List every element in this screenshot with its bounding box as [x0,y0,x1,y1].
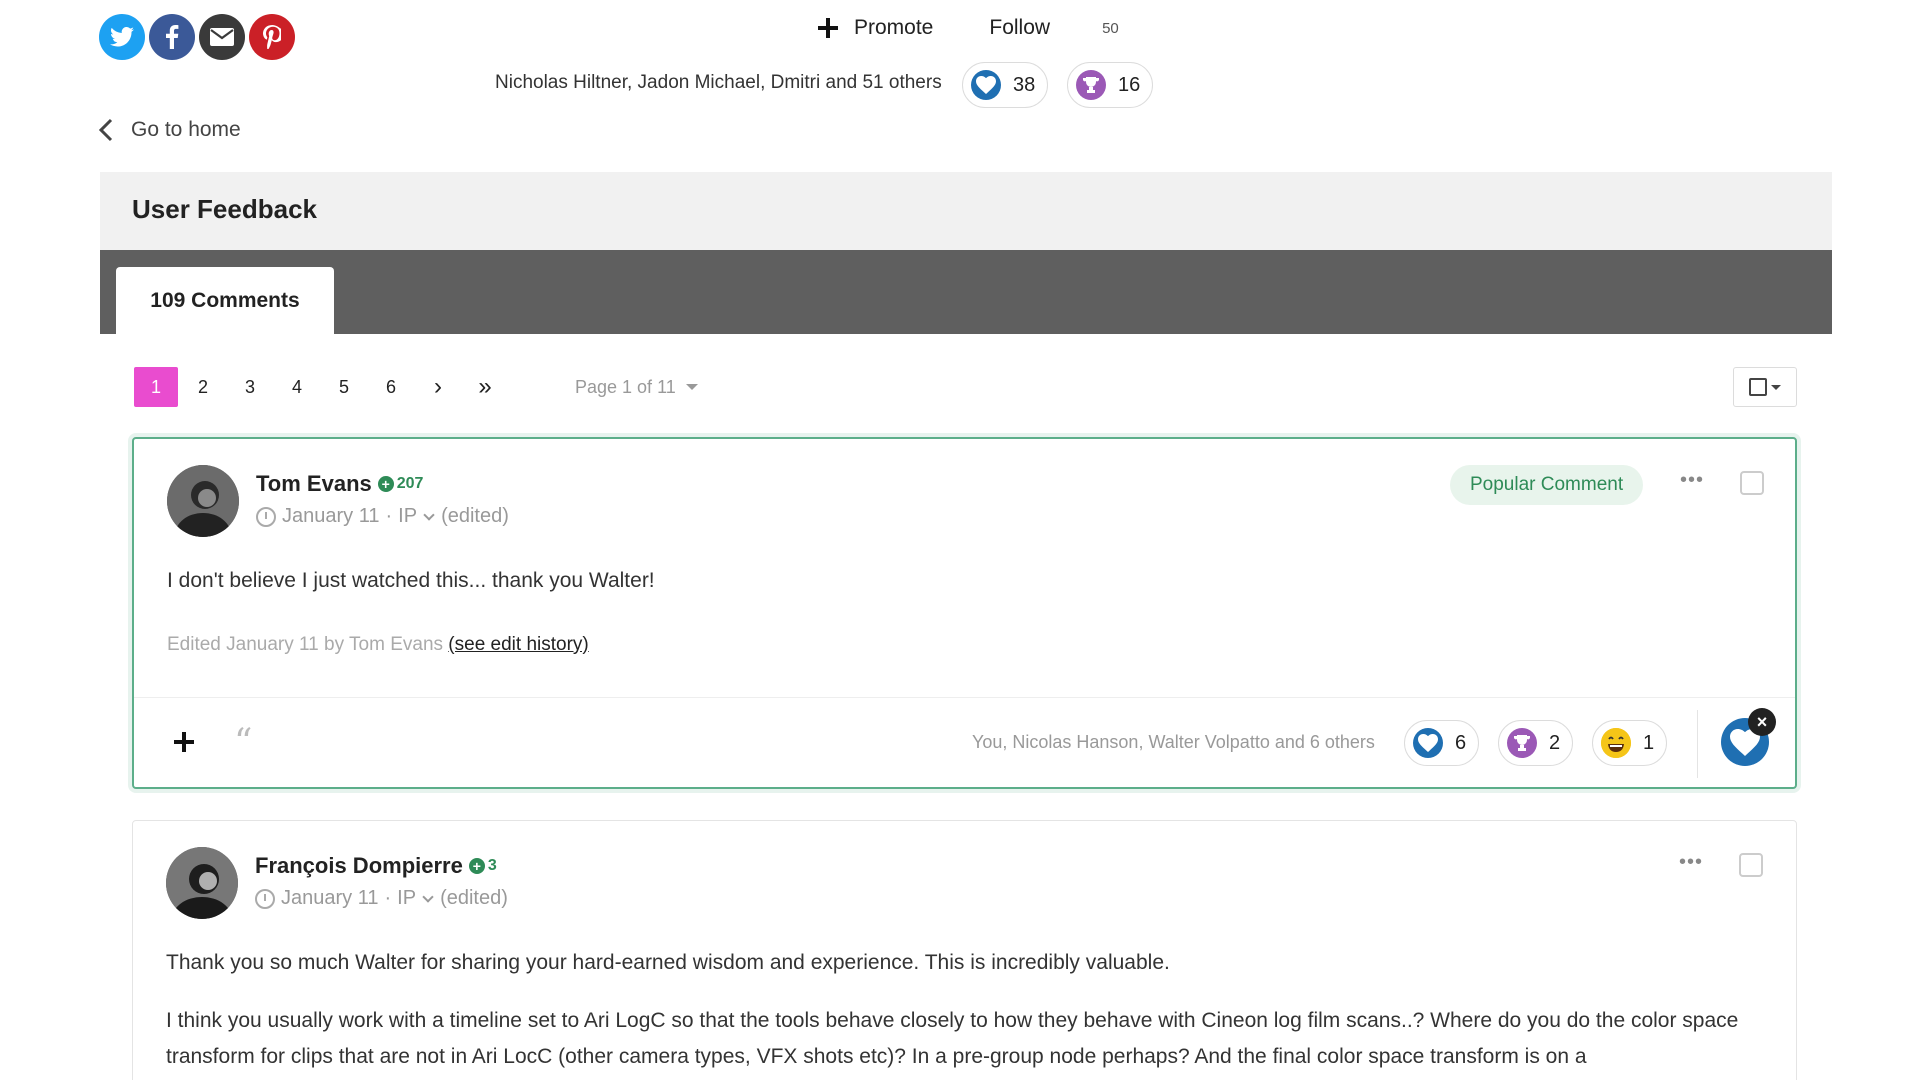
heart-icon [1413,728,1443,758]
footer-divider [1697,710,1698,778]
more-options-icon[interactable]: ••• [1680,469,1704,492]
trophy-icon [1507,728,1537,758]
heart-icon [971,70,1001,100]
page-button-5[interactable]: 5 [322,367,366,407]
like-count: 6 [1455,731,1467,754]
pagination: 1 2 3 4 5 6 › » Page 1 of 11 [134,367,698,407]
like-reaction-pill[interactable]: 6 [1404,720,1480,766]
meta-separator: · [385,505,393,527]
top-reactors-text[interactable]: Nicholas Hiltner, Jadon Michael, Dmitri … [495,72,942,94]
comment-footer: “ You, Nicolas Hanson, Walter Volpatto a… [134,697,1795,789]
comment-date[interactable]: January 11 [281,887,378,910]
plus-icon: + [377,476,394,492]
popular-comment-badge: Popular Comment [1450,465,1644,505]
trophy-icon [1076,70,1106,100]
multiquote-button[interactable] [174,732,194,757]
edit-note: Edited January 11 by Tom Evans (see edit… [167,634,589,656]
meta-separator: · [384,887,392,909]
comment-select-checkbox[interactable] [1739,853,1763,877]
page-button-1[interactable]: 1 [134,367,178,407]
reputation-value: 3 [487,857,497,874]
haha-count: 1 [1643,731,1655,754]
plus-icon [174,732,194,752]
plus-icon: + [468,858,485,874]
last-page-button[interactable]: » [463,367,507,407]
pinterest-icon[interactable] [249,14,295,60]
tab-comments[interactable]: 109 Comments [116,267,334,334]
promote-button[interactable]: Promote [818,16,933,40]
trophy-reaction-pill[interactable]: 16 [1067,62,1154,108]
edit-history-link[interactable]: (see edit history) [448,634,588,655]
reputation-value: 207 [396,475,424,492]
page-button-4[interactable]: 4 [275,367,319,407]
go-to-home-label: Go to home [131,118,241,141]
tab-bar: 109 Comments [100,250,1832,334]
comment-card: François Dompierre + 3 January 11 · IP (… [132,820,1797,1080]
caret-down-icon [685,384,698,390]
edit-note-text: Edited January 11 by Tom Evans [167,634,444,655]
multi-select-button[interactable] [1733,367,1797,407]
author-name[interactable]: Tom Evans [256,471,372,497]
ip-label[interactable]: IP [398,505,417,528]
clock-icon [256,506,276,527]
comment-meta: January 11 · IP (edited) [256,505,509,528]
avatar[interactable] [166,847,238,919]
clock-icon [255,888,275,909]
ip-label[interactable]: IP [397,887,416,910]
trophy-count: 2 [1549,731,1561,754]
page-button-3[interactable]: 3 [228,367,272,407]
comment-author: Tom Evans + 207 [256,471,423,497]
edited-label: (edited) [441,505,509,527]
twitter-icon[interactable] [99,14,145,60]
author-name[interactable]: François Dompierre [255,853,463,879]
comment-meta: January 11 · IP (edited) [255,887,508,910]
page-jump-dropdown[interactable]: Page 1 of 11 [575,377,698,398]
comment-select-checkbox[interactable] [1740,471,1764,495]
reputation-badge: + 3 [468,857,497,875]
follower-count: 50 [1102,19,1119,37]
comment-reactors-text[interactable]: You, Nicolas Hanson, Walter Volpatto and… [972,732,1375,753]
laughing-face-icon [1601,728,1631,758]
comment-author: François Dompierre + 3 [255,853,497,879]
comment-body-paragraph: I think you usually work with a timeline… [166,1009,1739,1068]
checkbox-icon [1749,378,1767,396]
email-icon[interactable] [199,14,245,60]
remove-reaction-icon[interactable]: × [1748,708,1776,736]
next-page-button[interactable]: › [416,367,460,407]
more-options-icon[interactable]: ••• [1679,851,1703,874]
trophy-reaction-pill[interactable]: 2 [1498,720,1574,766]
facebook-icon[interactable] [149,14,195,60]
like-reaction-pill[interactable]: 38 [962,62,1049,108]
like-count: 38 [1013,73,1036,96]
chevron-down-icon[interactable] [423,508,435,521]
social-share-bar [99,14,295,60]
comment-body-paragraph: Thank you so much Walter for sharing you… [166,951,1170,974]
haha-reaction-pill[interactable]: 1 [1592,720,1668,766]
edited-label: (edited) [440,887,508,909]
quote-icon[interactable]: “ [234,722,252,763]
reputation-badge: + 207 [377,475,424,493]
comment-date[interactable]: January 11 [282,505,379,528]
follow-button[interactable]: Follow [989,16,1050,40]
chevron-left-icon [99,118,113,142]
go-to-home-link[interactable]: Go to home [99,118,241,142]
content-actions: Promote Follow 50 [818,10,1119,46]
page-button-6[interactable]: 6 [369,367,413,407]
promote-label: Promote [854,16,934,39]
trophy-count: 16 [1118,73,1141,96]
page-button-2[interactable]: 2 [181,367,225,407]
caret-down-icon [1771,384,1781,390]
chevron-down-icon[interactable] [422,890,434,903]
page-of-label: Page 1 of 11 [575,376,676,397]
plus-icon [818,18,838,38]
section-header: User Feedback [100,172,1832,250]
page-title: User Feedback [132,194,317,224]
comment-body: I don't believe I just watched this... t… [167,569,655,592]
comment-card: Tom Evans + 207 January 11 · IP (edited)… [132,437,1797,789]
avatar[interactable] [167,465,239,537]
